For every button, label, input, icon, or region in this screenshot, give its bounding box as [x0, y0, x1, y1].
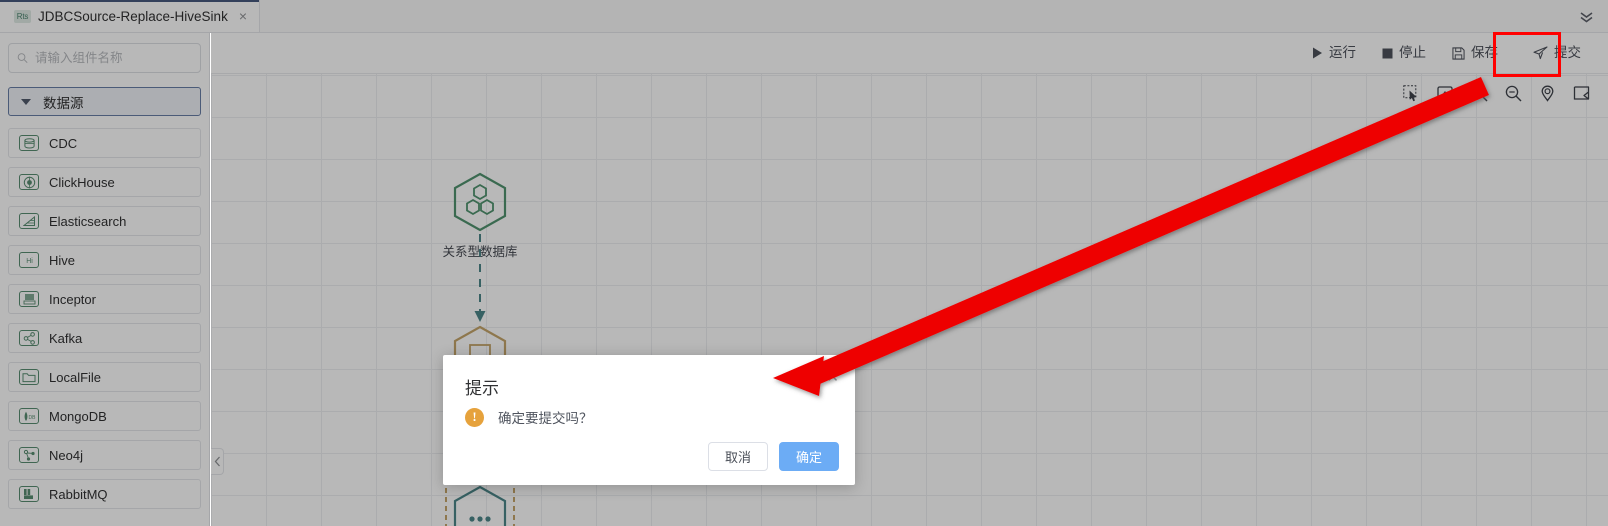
chevron-left-icon — [214, 456, 220, 467]
hexagon-node-icon — [453, 485, 507, 526]
dialog-message: 确定要提交吗？ — [498, 411, 593, 426]
palette-item-label: RabbitMQ — [49, 486, 108, 502]
component-list: CDC ClickHouse Elasticsearch Hi Hive Inceptor… — [8, 128, 201, 509]
palette-collapse-handle[interactable] — [211, 448, 224, 475]
localfile-icon — [19, 369, 39, 385]
component-palette: 数据源 CDC ClickHouse Elasticsearch Hi Hive Ince… — [0, 33, 210, 526]
palette-item-label: Elasticsearch — [49, 213, 127, 229]
caret-down-icon — [21, 98, 31, 105]
confirm-button[interactable]: 确定 — [778, 442, 839, 471]
hive-icon: Hi — [19, 252, 39, 268]
flow-canvas[interactable]: 运行 停止 保存 提交 关系型数据库 — [211, 33, 1608, 526]
palette-item-kafka[interactable]: Kafka — [8, 323, 201, 353]
palette-item-clickhouse[interactable]: ClickHouse — [8, 167, 201, 197]
search-icon — [17, 53, 28, 64]
rabbitmq-icon — [19, 486, 39, 502]
flow-node-label: 关系型数据库 — [442, 245, 518, 259]
cancel-button[interactable]: 取消 — [707, 442, 768, 471]
confirm-dialog: 提示 ✕ ! 确定要提交吗？ 取消 确定 — [443, 355, 855, 485]
search-input[interactable] — [35, 51, 192, 65]
chevron-double-down-glyph — [1580, 12, 1593, 23]
app-root: Rts JDBCSource-Replace-HiveSink × 请输入组件名… — [0, 0, 1608, 526]
close-icon[interactable]: × — [239, 9, 247, 23]
inceptor-icon — [19, 291, 39, 307]
mongodb-icon: DB — [19, 408, 39, 424]
palette-item-mongodb[interactable]: DB MongoDB — [8, 401, 201, 431]
palette-item-label: ClickHouse — [49, 174, 115, 190]
palette-item-label: Kafka — [49, 330, 83, 346]
palette-item-label: LocalFile — [49, 369, 102, 385]
flow-node-relational-database[interactable]: 关系型数据库 — [442, 172, 518, 261]
search-box[interactable] — [8, 43, 201, 73]
dialog-footer: 取消 确定 — [707, 442, 839, 471]
palette-item-cdc[interactable]: CDC — [8, 128, 201, 158]
tab-jdbcsource-replace-hivesink[interactable]: Rts JDBCSource-Replace-HiveSink × — [0, 0, 261, 32]
warning-icon: ! — [465, 407, 484, 427]
palette-item-elasticsearch[interactable]: Elasticsearch — [8, 206, 201, 236]
elasticsearch-icon — [19, 213, 39, 229]
dialog-title: 提示 — [465, 379, 499, 398]
chevron-double-down-icon[interactable] — [1579, 12, 1594, 25]
palette-item-label: Hive — [49, 252, 76, 268]
close-icon[interactable]: ✕ — [826, 370, 839, 385]
palette-item-inceptor[interactable]: Inceptor — [8, 284, 201, 314]
cdc-icon — [19, 135, 39, 151]
svg-text:DB: DB — [28, 415, 36, 421]
palette-item-rabbitmq[interactable]: RabbitMQ — [8, 479, 201, 509]
rts-badge-icon: Rts — [14, 9, 31, 23]
flow-edges — [445, 234, 515, 526]
palette-item-label: CDC — [49, 135, 78, 151]
palette-item-localfile[interactable]: LocalFile — [8, 362, 201, 392]
palette-item-neo4j[interactable]: Neo4j — [8, 440, 201, 470]
palette-group-datasource[interactable]: 数据源 — [8, 87, 201, 116]
svg-text:Hi: Hi — [26, 258, 33, 265]
palette-group-label: 数据源 — [43, 95, 84, 111]
dialog-body: ! 确定要提交吗？ — [465, 407, 835, 427]
palette-item-label: MongoDB — [49, 408, 107, 424]
tab-bar: Rts JDBCSource-Replace-HiveSink × — [0, 0, 1608, 33]
hexagon-node-icon — [453, 172, 507, 232]
clickhouse-icon — [19, 174, 39, 190]
palette-item-label: Inceptor — [49, 291, 96, 307]
palette-item-hive[interactable]: Hi Hive — [8, 245, 201, 275]
kafka-icon — [19, 330, 39, 346]
tab-label: JDBCSource-Replace-HiveSink — [38, 8, 228, 24]
neo4j-icon — [19, 447, 39, 463]
flow-node-sink[interactable] — [452, 485, 508, 526]
palette-item-label: Neo4j — [49, 447, 83, 463]
